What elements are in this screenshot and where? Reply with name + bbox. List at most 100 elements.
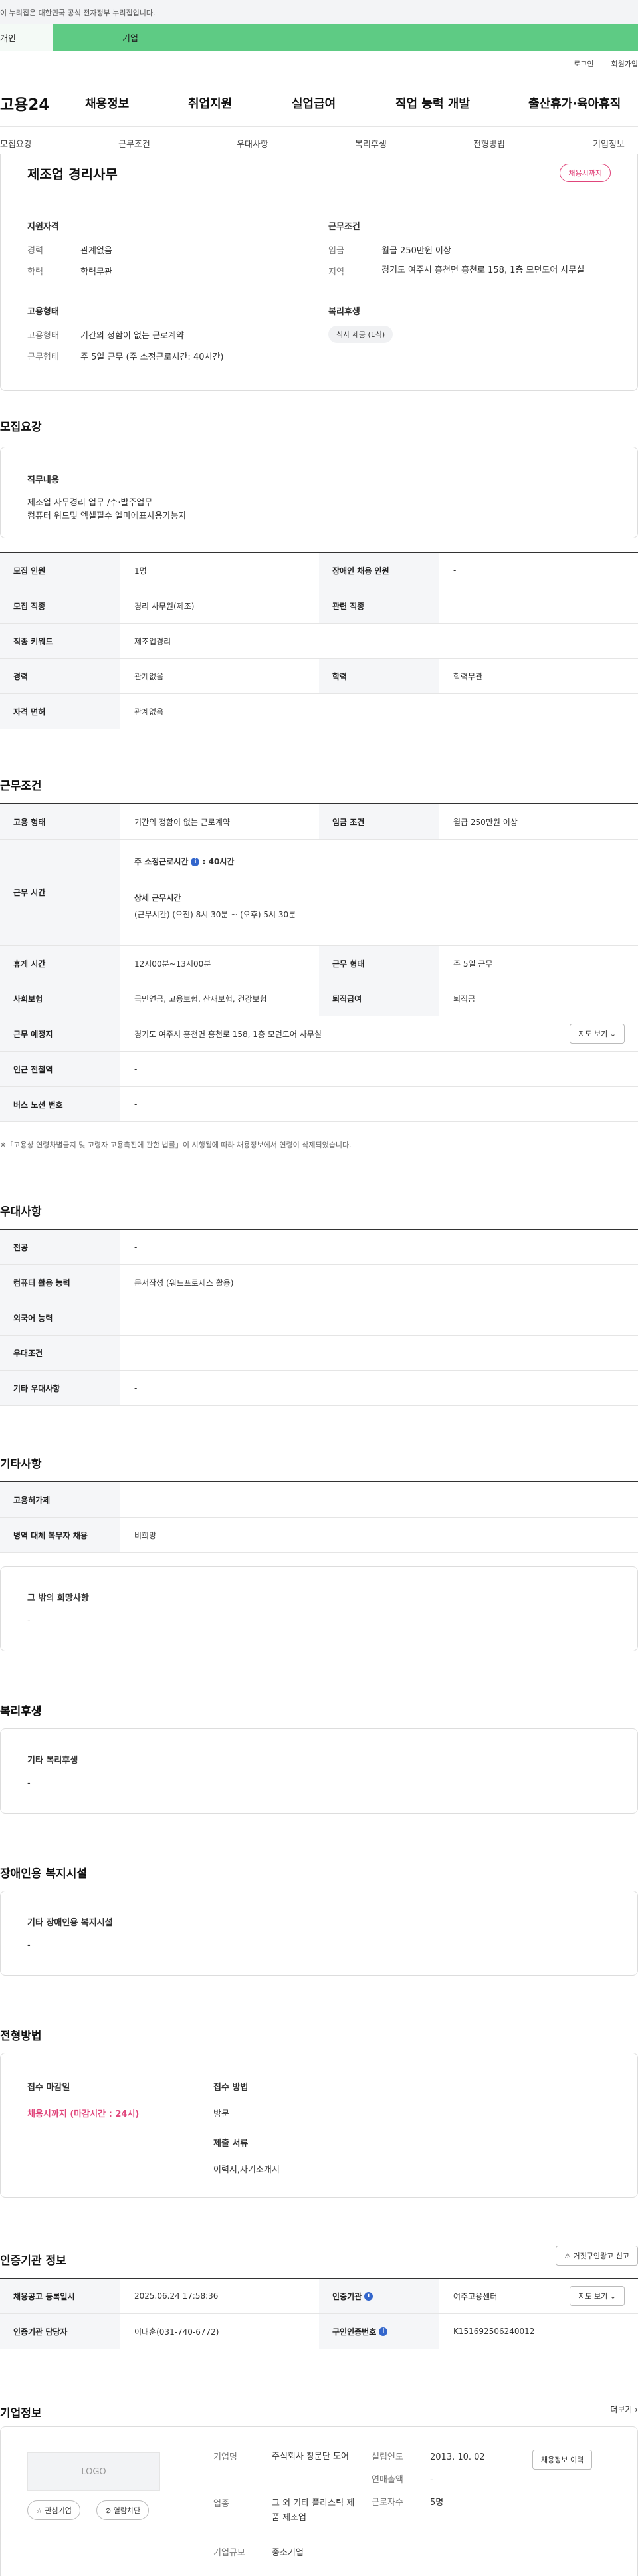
- emp-heading: 고용형태: [27, 307, 59, 317]
- th-pref-etc: 기타 우대사항: [0, 1371, 120, 1405]
- brand-logo[interactable]: 고용24: [0, 92, 49, 114]
- th-major: 전공: [0, 1230, 120, 1264]
- gnb-item-unemployment[interactable]: 실업급여: [292, 94, 395, 112]
- signup-link[interactable]: 회원가입: [611, 59, 638, 69]
- info-icon[interactable]: i: [191, 858, 200, 866]
- td-severance: 퇴직금: [453, 994, 476, 1004]
- emp-type-key: 고용형태: [27, 331, 59, 341]
- report-button[interactable]: ⚠ 거짓구인광고 신고: [556, 2246, 638, 2266]
- table-row: 근무 예정지 경기도 여주시 흥천면 흥천로 158, 1층 모던도어 사무실 …: [0, 1016, 638, 1052]
- tab-personal-label: 개인: [0, 33, 16, 44]
- th-career: 경력: [0, 659, 120, 693]
- agency-value: 여주고용센터: [453, 2291, 498, 2301]
- login-link[interactable]: 로그인: [574, 59, 593, 69]
- td-disabled-count: -: [453, 566, 457, 575]
- table-row: 우대조건 -: [0, 1336, 638, 1371]
- favorite-company-button[interactable]: ☆ 관심기업: [27, 2500, 80, 2520]
- cond-wage: 임금 월급 250만원 이상: [328, 243, 451, 256]
- cond-heading: 근무조건: [328, 222, 360, 232]
- td-pref-etc: -: [134, 1383, 138, 1393]
- anchor-welfare[interactable]: 복리후생: [355, 137, 387, 150]
- cert-table: 채용공고 등록일시 2025.06.24 17:58:36 인증기관 i 여주고용…: [0, 2278, 638, 2349]
- gov-notice-bar: 이 누리집은 대한민국 공식 전자정부 누리집입니다.: [0, 0, 638, 24]
- table-row: 고용 형태 기간의 정함이 없는 근로계약 임금 조건 월급 250만원 이상: [0, 804, 638, 840]
- th-pref-cond: 우대조건: [0, 1336, 120, 1370]
- th-language: 외국어 능력: [0, 1300, 120, 1335]
- block-view-button[interactable]: ⊘ 열람차단: [96, 2500, 150, 2520]
- user-type-tabs: 개인 기업: [0, 24, 638, 51]
- pref-heading: 우대사항: [0, 1205, 42, 1219]
- td-emp-type: 기간의 정함이 없는 근로계약: [134, 817, 230, 827]
- company-card: LOGO ☆ 관심기업 ⊘ 열람차단 기업명 주식회사 창문단 도어 업종 그 외 …: [0, 2426, 638, 2576]
- td-wage: 월급 250만원 이상: [453, 817, 518, 827]
- company-employees-key: 근로자수: [372, 2498, 403, 2508]
- info-icon[interactable]: i: [364, 2291, 373, 2301]
- docs-value: 이력서,자기소개서: [213, 2165, 280, 2175]
- gnb-item-training[interactable]: 직업 능력 개발: [395, 94, 528, 112]
- gnb-item-employment[interactable]: 취업지원: [188, 94, 292, 112]
- th-agency-label: 인증기관: [332, 2291, 362, 2301]
- td-computer: 문서작성 (워드프로세스 활용): [134, 1278, 234, 1288]
- chevron-right-icon: ›: [635, 2405, 638, 2414]
- td-permit: -: [134, 1495, 138, 1504]
- company-name-value: 주식회사 창문단 도어: [272, 2452, 349, 2462]
- td-place: 경기도 여주시 흥천면 흥천로 158, 1층 모던도어 사무실 지도 보기 ⌄: [120, 1016, 638, 1051]
- company-revenue: 연매출액 -: [372, 2472, 433, 2485]
- anchor-pref[interactable]: 우대사항: [237, 137, 268, 150]
- cond-wage-key: 임금: [328, 246, 344, 256]
- info-icon[interactable]: i: [379, 2327, 388, 2336]
- th-education: 학력: [319, 659, 439, 693]
- table-row: 병역 대체 복무자 채용 비희망: [0, 1518, 638, 1553]
- table-row: 근무 시간 주 소정근로시간 i : 40시간 상세 근무시간 (근무시간) (오…: [0, 840, 638, 946]
- company-size: 기업규모 중소기업: [213, 2545, 304, 2558]
- table-row: 모집 직종 경리 사무원(제조) 관련 직종 -: [0, 588, 638, 624]
- work-heading: 근무조건: [0, 780, 42, 793]
- td-career: 관계없음: [134, 671, 164, 681]
- emp-form-value: 주 5일 근무 (주 소정근로시간: 40시간): [80, 352, 224, 362]
- welfare-section-heading: 복리후생: [0, 1705, 42, 1718]
- hire-history-button[interactable]: 채용정보 이력: [532, 2450, 593, 2470]
- gov-notice-text: 이 누리집은 대한민국 공식 전자정부 누리집입니다.: [0, 9, 156, 17]
- anchor-recruit[interactable]: 모집요강: [0, 137, 32, 150]
- map-button[interactable]: 지도 보기 ⌄: [570, 1024, 625, 1044]
- hours-detail-label: 상세 근무시간: [134, 893, 181, 903]
- qual-edu: 학력 학력무관: [27, 265, 112, 277]
- agency-map-label: 지도 보기: [578, 2292, 608, 2301]
- favorite-label: 관심기업: [45, 2506, 72, 2515]
- anchor-selection[interactable]: 전형방법: [473, 137, 505, 150]
- table-row: 인근 전철역 -: [0, 1052, 638, 1087]
- company-more-link[interactable]: 더보기 ›: [610, 2404, 638, 2415]
- star-icon: ☆: [36, 2506, 43, 2515]
- hours-week-value: 40시간: [208, 857, 235, 866]
- company-size-value: 중소기업: [272, 2548, 304, 2558]
- anchor-company[interactable]: 기업정보: [593, 137, 625, 150]
- gnb-item-leave[interactable]: 출산휴가·육아휴직: [528, 94, 621, 112]
- table-row: 인증기관 담당자 이태훈(031-740-6772) 구인인증번호 i K1516…: [0, 2314, 638, 2349]
- table-row: 휴게 시간 12시00분~13시00분 근무 형태 주 5일 근무: [0, 946, 638, 981]
- duty-label: 직무내용: [27, 475, 59, 485]
- td-military: 비희망: [134, 1530, 157, 1540]
- tab-personal[interactable]: 개인: [0, 24, 53, 51]
- place-value: 경기도 여주시 흥천면 흥천로 158, 1층 모던도어 사무실: [134, 1029, 322, 1039]
- company-revenue-key: 연매출액: [372, 2475, 403, 2485]
- table-row: 컴퓨터 활용 능력 문서작성 (워드프로세스 활용): [0, 1265, 638, 1300]
- agency-map-button[interactable]: 지도 보기 ⌄: [570, 2286, 625, 2306]
- disabled-heading: 장애인용 복지시설: [0, 1867, 88, 1881]
- gnb-item-jobs[interactable]: 채용정보: [85, 94, 188, 112]
- td-pref-cond: -: [134, 1348, 138, 1357]
- global-nav: 채용정보 취업지원 실업급여 직업 능력 개발 출산휴가·육아휴직: [85, 94, 621, 112]
- th-computer: 컴퓨터 활용 능력: [0, 1265, 120, 1300]
- table-row: 경력 관계없음 학력 학력무관: [0, 659, 638, 694]
- warning-icon: ⚠: [564, 2252, 572, 2260]
- th-license: 자격 면허: [0, 694, 120, 729]
- qual-heading: 지원자격: [27, 222, 59, 232]
- anchor-work[interactable]: 근무조건: [118, 137, 150, 150]
- tab-company[interactable]: 기업: [53, 24, 638, 51]
- th-subway: 인근 전철역: [0, 1052, 120, 1086]
- selection-card: 접수 마감일 채용시까지 (마감시간 : 24시) 접수 방법 방문 제출 서류…: [0, 2053, 638, 2198]
- table-row: 기타 우대사항 -: [0, 1371, 638, 1406]
- chevron-down-icon: ⌄: [609, 1030, 616, 1038]
- company-heading: 기업정보: [0, 2407, 42, 2420]
- qual-career-value: 관계없음: [80, 246, 112, 256]
- company-size-key: 기업규모: [213, 2548, 245, 2558]
